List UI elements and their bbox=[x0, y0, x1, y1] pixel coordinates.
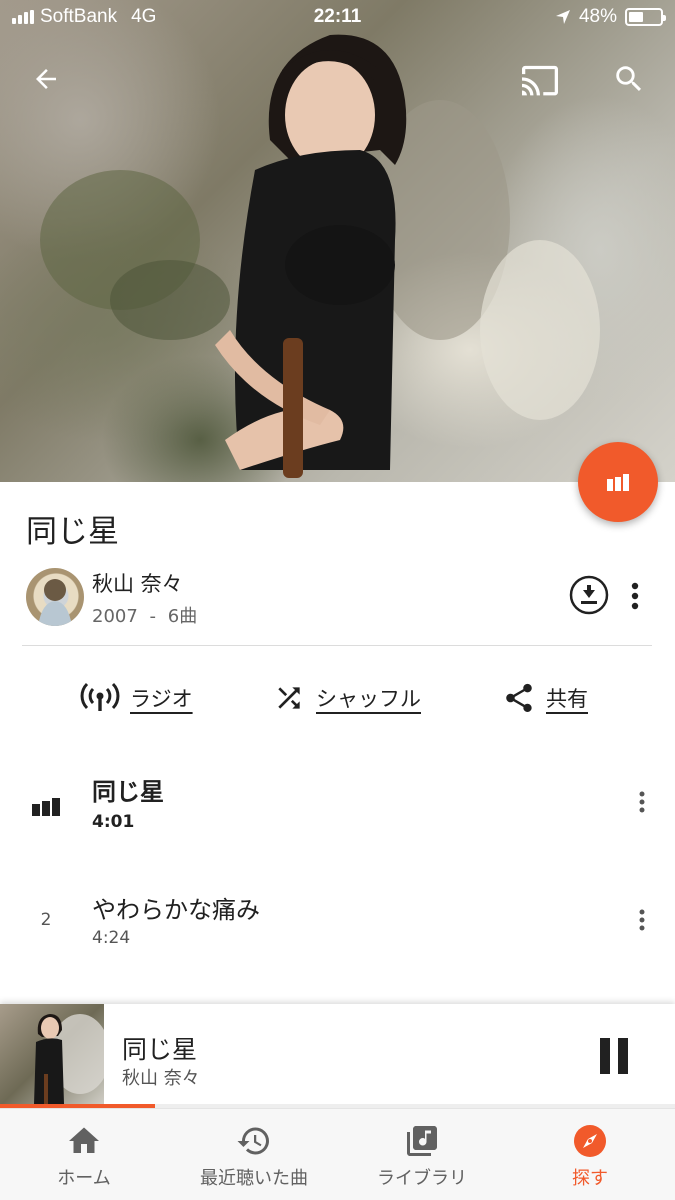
nav-label-home: ホーム bbox=[57, 1168, 111, 1189]
share-button[interactable]: 共有 bbox=[502, 672, 588, 724]
status-bar: SoftBank 4G 22:11 48% bbox=[0, 0, 675, 36]
download-button[interactable] bbox=[568, 574, 610, 616]
track-more-button[interactable] bbox=[630, 782, 654, 822]
more-vert-icon bbox=[631, 582, 639, 610]
cast-icon bbox=[522, 65, 558, 96]
more-vert-icon bbox=[639, 791, 645, 813]
meta-separator: - bbox=[149, 606, 157, 627]
explore-icon bbox=[574, 1125, 606, 1157]
home-icon bbox=[69, 1127, 99, 1153]
album-actions: ラジオ シャッフル 共有 bbox=[0, 672, 675, 724]
artist-avatar-image bbox=[38, 579, 72, 626]
search-icon bbox=[616, 66, 642, 92]
mini-player-artist: 秋山 奈々 bbox=[122, 1068, 200, 1089]
battery-icon bbox=[625, 8, 666, 26]
share-label: 共有 bbox=[546, 687, 588, 711]
equalizer-icon bbox=[32, 798, 60, 816]
nav-item-explore[interactable]: 探す bbox=[506, 1109, 674, 1200]
track-duration: 4:24 bbox=[92, 928, 131, 948]
history-icon bbox=[237, 1127, 269, 1155]
track-title: 同じ星 bbox=[92, 778, 164, 806]
nav-item-home[interactable]: ホーム bbox=[0, 1109, 168, 1200]
album-title: 同じ星 bbox=[26, 514, 119, 550]
now-playing-indicator bbox=[24, 796, 68, 821]
cast-button[interactable] bbox=[516, 55, 564, 103]
mini-artwork-image bbox=[34, 1014, 104, 1104]
mini-player-title: 同じ星 bbox=[122, 1035, 198, 1064]
pause-icon bbox=[600, 1038, 628, 1074]
download-icon bbox=[569, 575, 609, 615]
play-fab-button[interactable] bbox=[578, 442, 658, 522]
location-arrow-icon bbox=[555, 10, 570, 24]
shuffle-button[interactable]: シャッフル bbox=[272, 672, 421, 724]
nav-label-library: ライブラリ bbox=[377, 1168, 467, 1189]
radio-icon bbox=[80, 682, 120, 711]
back-button[interactable] bbox=[22, 55, 70, 103]
album-more-button[interactable] bbox=[622, 576, 648, 616]
equalizer-icon bbox=[607, 474, 629, 491]
album-year: 2007 bbox=[92, 606, 138, 627]
nav-label-explore: 探す bbox=[572, 1168, 608, 1189]
track-row[interactable]: 2 やわらかな痛み 4:24 bbox=[0, 870, 675, 980]
battery-fill bbox=[629, 12, 644, 22]
radio-button[interactable]: ラジオ bbox=[80, 672, 193, 724]
album-track-count: 6曲 bbox=[167, 606, 198, 627]
nav-label-recent: 最近聴いた曲 bbox=[200, 1168, 308, 1189]
track-more-button[interactable] bbox=[630, 900, 654, 940]
share-icon bbox=[506, 683, 532, 713]
more-vert-icon bbox=[639, 909, 645, 931]
arrow-left-icon bbox=[36, 69, 56, 89]
mini-player-artwork bbox=[0, 1004, 104, 1104]
track-row[interactable]: 同じ星 4:01 bbox=[0, 752, 675, 862]
mini-player[interactable]: 同じ星 秋山 奈々 bbox=[0, 1004, 675, 1110]
shuffle-label: シャッフル bbox=[316, 687, 421, 711]
search-button[interactable] bbox=[605, 55, 653, 103]
battery-percent: 48% bbox=[578, 6, 617, 27]
nav-item-recent[interactable]: 最近聴いた曲 bbox=[170, 1109, 338, 1200]
track-number: 2 bbox=[40, 910, 52, 930]
artist-name[interactable]: 秋山 奈々 bbox=[92, 568, 183, 598]
divider bbox=[22, 645, 652, 646]
artist-row: 秋山 奈々 2007 - 6曲 bbox=[26, 568, 656, 628]
album-meta: 2007 - 6曲 bbox=[92, 602, 197, 628]
library-icon bbox=[407, 1126, 437, 1156]
track-duration: 4:01 bbox=[92, 812, 135, 832]
track-title: やわらかな痛み bbox=[92, 896, 260, 924]
shuffle-icon bbox=[278, 687, 300, 709]
nav-item-library[interactable]: ライブラリ bbox=[338, 1109, 506, 1200]
bottom-navigation: ホーム 最近聴いた曲 ライブラリ 探す bbox=[0, 1108, 675, 1200]
pause-button[interactable] bbox=[592, 1036, 640, 1076]
album-cover-image: SoftBank 4G 22:11 48% bbox=[0, 0, 675, 482]
radio-label: ラジオ bbox=[130, 687, 193, 711]
cover-photo-artwork bbox=[40, 34, 600, 478]
artist-avatar[interactable] bbox=[26, 568, 84, 626]
